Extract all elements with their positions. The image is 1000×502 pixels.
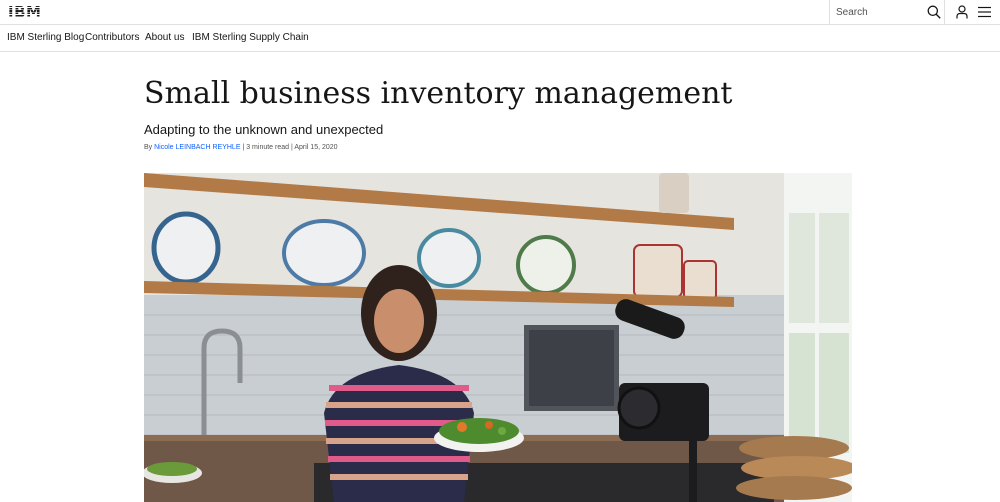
secondary-nav: IBM Sterling Blog Contributors About us … [0,25,1000,52]
article-title: Small business inventory management [144,76,733,111]
menu-icon[interactable] [978,6,991,18]
author-link[interactable]: Nicole LEINBACH REYHLE [154,144,240,151]
article-subtitle: Adapting to the unknown and unexpected [144,122,384,137]
user-icon[interactable] [955,5,969,19]
search-icon[interactable] [927,5,941,19]
nav-item-about-us[interactable]: About us [145,32,184,43]
read-time: 3 minute read [246,144,290,151]
nav-item-sterling-supply-chain[interactable]: IBM Sterling Supply Chain [192,32,309,43]
nav-item-contributors[interactable]: Contributors [85,32,139,43]
nav-item-sterling-blog[interactable]: IBM Sterling Blog [7,32,84,43]
search-box[interactable] [829,0,945,24]
byline-prefix: By [144,144,155,151]
search-input[interactable] [836,4,920,20]
ibm-logo[interactable]: IBM [8,3,41,21]
hero-image [144,173,852,502]
byline: By Nicole LEINBACH REYHLE | 3 minute rea… [144,144,338,151]
publish-date: April 15, 2020 [294,144,338,151]
masthead: IBM [0,0,1000,25]
